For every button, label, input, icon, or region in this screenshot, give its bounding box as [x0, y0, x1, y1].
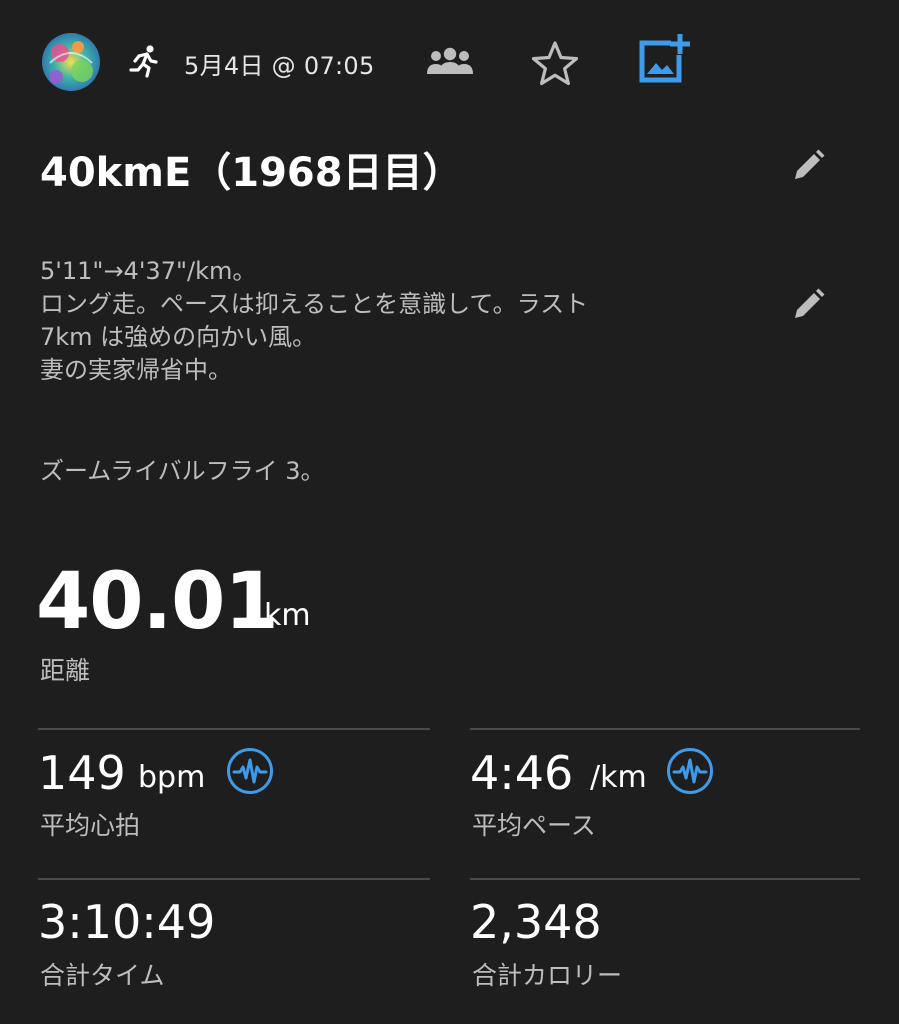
avatar[interactable] [42, 33, 100, 91]
description-line: 7km は強めの向かい風。 [40, 323, 317, 351]
description-line: ロング走。ペースは抑えることを意識して。ラスト [40, 290, 589, 318]
activity-date: 5月4日 @ 07:05 [184, 52, 375, 80]
activity-description: 5'11"→4'37"/km。 ロング走。ペースは抑えることを意識して。ラスト … [40, 255, 760, 488]
total-calories-label: 合計カロリー [472, 961, 623, 990]
distance-label: 距離 [40, 656, 91, 685]
heart-rate-unit: bpm [138, 760, 206, 795]
edit-title-pencil-icon[interactable] [790, 148, 826, 184]
distance-value: 40.01 [36, 557, 279, 647]
pace-label: 平均ペース [472, 811, 596, 840]
star-icon[interactable] [530, 40, 580, 86]
divider [38, 728, 430, 730]
divider [470, 728, 860, 730]
edit-description-pencil-icon[interactable] [790, 287, 826, 323]
group-icon[interactable] [426, 47, 474, 77]
distance-unit: km [264, 598, 311, 633]
pace-chart-icon[interactable] [666, 747, 714, 795]
activity-title: 40kmE（1968日目） [40, 150, 463, 196]
running-person-icon [127, 44, 161, 78]
total-calories-value: 2,348 [470, 895, 602, 949]
pace-value: 4:46 [470, 746, 574, 800]
description-line: 5'11"→4'37"/km。 [40, 257, 257, 285]
heart-rate-chart-icon[interactable] [226, 747, 274, 795]
heart-rate-value: 149 [38, 746, 126, 800]
heart-rate-label: 平均心拍 [40, 811, 141, 840]
total-time-label: 合計タイム [40, 961, 165, 990]
add-photo-icon[interactable] [637, 33, 691, 85]
pace-unit: /km [590, 760, 647, 795]
description-line: ズームライバルフライ 3。 [40, 457, 325, 485]
total-time-value: 3:10:49 [38, 895, 216, 949]
description-line: 妻の実家帰省中。 [40, 356, 232, 384]
divider [470, 878, 860, 880]
activity-header: 5月4日 @ 07:05 [0, 0, 899, 120]
divider [38, 878, 430, 880]
